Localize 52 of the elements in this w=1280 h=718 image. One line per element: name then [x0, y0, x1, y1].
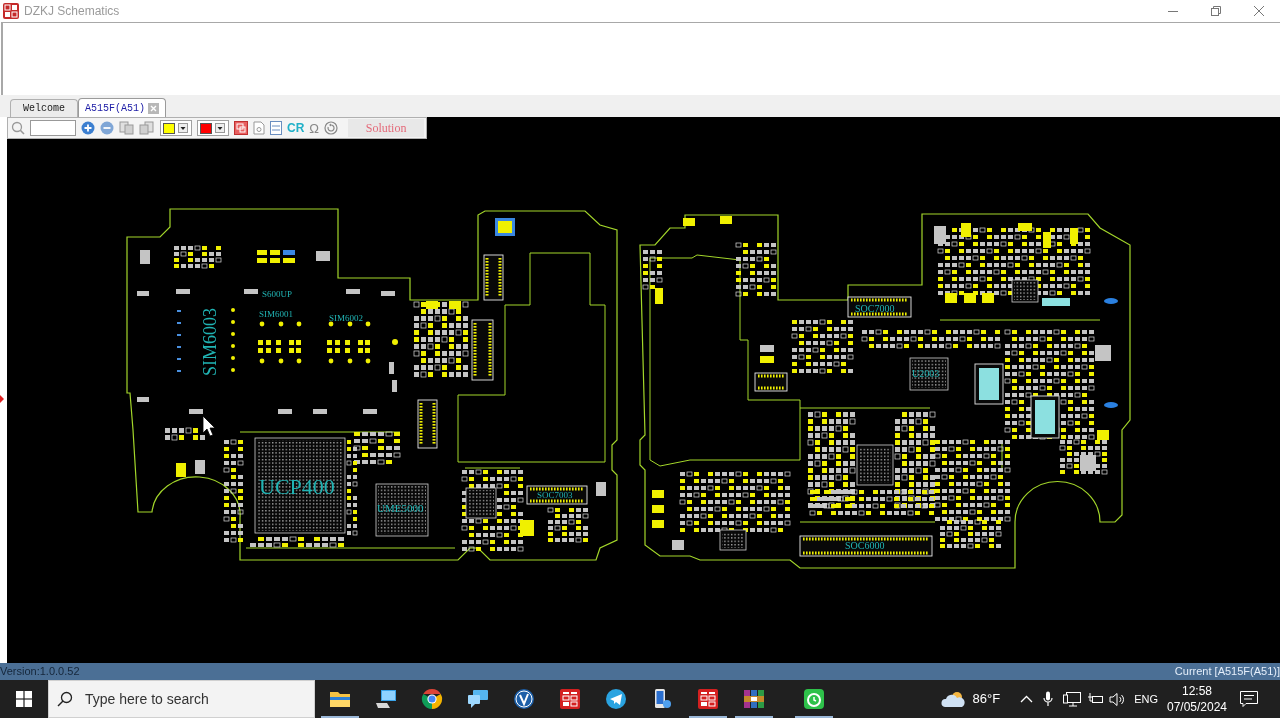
- chat-screens-icon: [467, 688, 489, 710]
- color-dropdown[interactable]: [160, 120, 192, 136]
- microphone-icon[interactable]: [1043, 691, 1054, 707]
- computer-icon: [375, 688, 397, 710]
- search-icon: [57, 691, 73, 707]
- chip-label: SIM6003: [200, 308, 220, 376]
- search-field[interactable]: Type here to search: [48, 680, 315, 718]
- app-tile-icon: [559, 688, 581, 710]
- current-file-text: Current [A515F(A51)]: [1174, 664, 1280, 680]
- window-title: DZKJ Schematics: [24, 3, 120, 20]
- chip-label: SOC7000: [855, 303, 895, 314]
- v-logo-icon: [513, 688, 535, 710]
- chip-label: SOC7003: [537, 490, 573, 500]
- chip-label: S600UP: [262, 289, 292, 299]
- four-squares-icon: [16, 691, 32, 707]
- marker-icon: [0, 395, 4, 403]
- chip-label: U2003: [912, 368, 940, 379]
- network-icon[interactable]: [1063, 691, 1082, 707]
- round-logo-icon: [421, 688, 443, 710]
- list-frame-icon[interactable]: [270, 121, 282, 135]
- app-tile-icon: [697, 688, 719, 710]
- tab[interactable]: Welcome: [10, 99, 78, 117]
- chip-label: SOC6000: [845, 540, 885, 551]
- chip-label: UME5000: [377, 502, 424, 514]
- zoom-in-icon[interactable]: [81, 121, 95, 135]
- restore-icon: [1210, 6, 1221, 16]
- notification-icon[interactable]: [1240, 691, 1258, 707]
- caret-icon: [215, 123, 225, 133]
- color-dropdown[interactable]: [197, 120, 229, 136]
- clock-button[interactable]: 12:58 07/05/2024: [1166, 683, 1228, 715]
- close-icon: [1253, 6, 1264, 16]
- overlap-squares-icon[interactable]: [234, 121, 248, 135]
- volume-icon[interactable]: [1109, 691, 1127, 707]
- paper-plane-icon: [605, 688, 627, 710]
- minimize-icon: [1167, 10, 1178, 12]
- app-logo-icon: [3, 3, 19, 19]
- chip-label: SIM6001: [259, 309, 293, 319]
- version-text: Version:1.0.0.52: [0, 664, 80, 680]
- caret-icon: [178, 123, 188, 133]
- chip-label: SIM6002: [329, 313, 363, 323]
- chevron-up-icon[interactable]: [1020, 695, 1034, 703]
- battery-icon[interactable]: [1087, 692, 1105, 706]
- books-icon: [743, 688, 765, 710]
- language-button[interactable]: ENG: [1134, 690, 1158, 708]
- mouse-pointer-icon: [202, 415, 216, 437]
- chip-label: UCP400: [259, 474, 335, 499]
- search-icon[interactable]: [11, 121, 25, 135]
- search-input[interactable]: [30, 120, 76, 136]
- weather-icon: [940, 690, 967, 708]
- clock-tile-icon: [803, 688, 825, 710]
- weather-button[interactable]: 86°F: [936, 680, 1005, 718]
- tab[interactable]: A515F(A51): [78, 98, 167, 117]
